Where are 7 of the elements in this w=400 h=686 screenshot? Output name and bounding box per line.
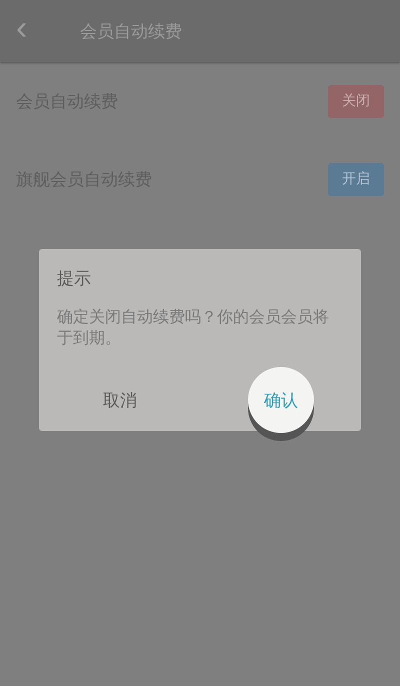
confirm-button[interactable]: 确认 (248, 367, 314, 433)
dialog-message: 确定关闭自动续费吗？你的会员会员将于到期。 (57, 306, 329, 348)
dialog-title: 提示 (57, 268, 92, 290)
toggle-button[interactable]: 开启 (328, 162, 384, 196)
cancel-button[interactable]: 取消 (39, 375, 201, 425)
toggle-button[interactable]: 关闭 (328, 84, 384, 118)
back-button[interactable]: ‹ (16, 11, 62, 51)
